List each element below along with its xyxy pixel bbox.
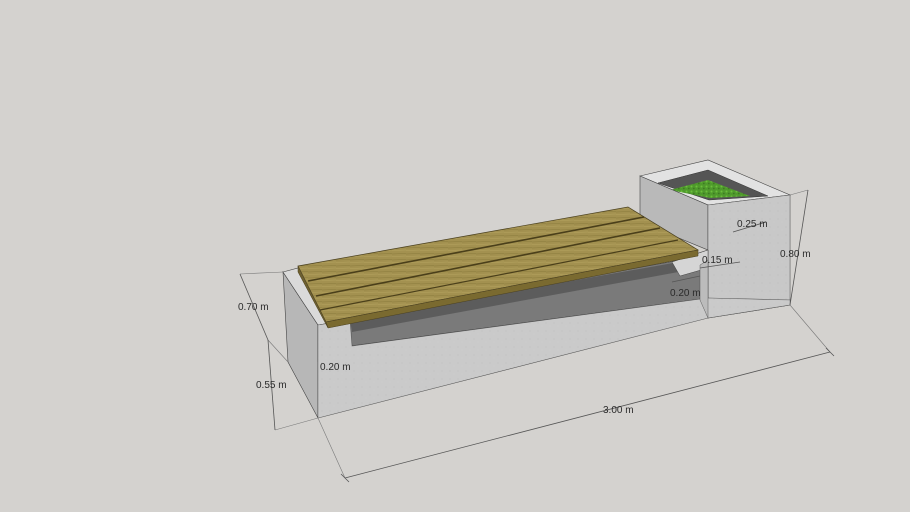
- bench-drawing: 3.00 m 0.55 m 0.70 m 0.80 m 0.25 m 0.15 …: [238, 159, 835, 483]
- dim-planter-height: 0.80 m: [780, 249, 811, 260]
- dim-planter-wall: 0.25 m: [737, 219, 768, 230]
- dim-bench-height: 0.55 m: [256, 380, 287, 391]
- dim-step-depth: 0.20 m: [670, 288, 701, 299]
- dim-bench-depth: 0.70 m: [238, 302, 269, 313]
- dim-support-wall: 0.20 m: [320, 362, 351, 373]
- dim-step-height: 0.15 m: [702, 255, 733, 266]
- dim-total-length: 3.00 m: [603, 405, 634, 416]
- sketchup-viewport[interactable]: 3.00 m 0.55 m 0.70 m 0.80 m 0.25 m 0.15 …: [0, 0, 910, 512]
